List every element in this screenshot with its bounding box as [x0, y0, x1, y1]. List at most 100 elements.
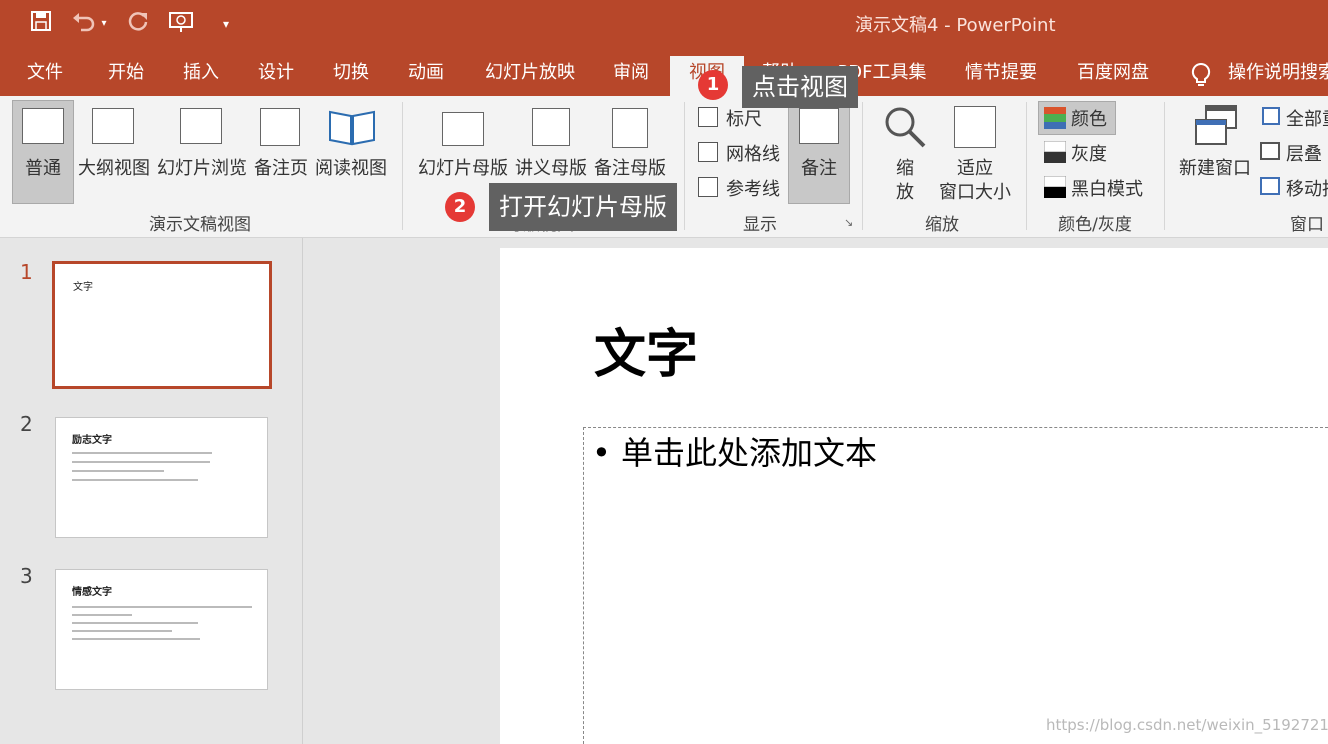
slide-title[interactable]: 文字	[594, 312, 698, 387]
tab-storyboard[interactable]: 情节提要	[958, 56, 1044, 96]
slide-thumbnail-3[interactable]: 情感文字	[55, 569, 268, 690]
slide-number: 1	[20, 260, 33, 284]
cascade-button[interactable]: 层叠	[1286, 140, 1322, 166]
notes-page-icon	[260, 108, 300, 146]
thumbnail-text-line	[72, 606, 252, 608]
move-split-icon	[1260, 177, 1280, 195]
normal-view-label: 普通	[25, 158, 61, 179]
thumbnail-text-line	[72, 479, 198, 481]
new-window-icon	[1194, 104, 1238, 148]
callout-tip-click-view: 点击视图	[742, 66, 858, 108]
tab-insert[interactable]: 插入	[170, 56, 232, 96]
group-separator	[862, 102, 863, 230]
thumbnail-title: 励志文字	[72, 435, 112, 446]
tell-me-search[interactable]: 操作说明搜索	[1228, 56, 1328, 96]
callout-tip-open-slide-master: 打开幻灯片母版	[489, 183, 677, 231]
guides-checkbox[interactable]	[698, 177, 718, 197]
ruler-label: 标尺	[726, 109, 762, 130]
grayscale-icon	[1043, 140, 1067, 163]
slide-sorter-icon	[180, 108, 222, 144]
fit-to-window-icon	[954, 106, 996, 148]
notes-page-button[interactable]: 备注页	[252, 154, 310, 180]
slideshow-start-icon[interactable]	[167, 10, 195, 38]
callout-badge-1: 1	[698, 70, 728, 100]
body-placeholder-text: • 单击此处添加文本	[592, 434, 878, 472]
group-separator	[1164, 102, 1165, 230]
zoom-button-line1[interactable]: 缩	[885, 154, 925, 180]
tab-design[interactable]: 设计	[245, 56, 307, 96]
redo-icon[interactable]	[124, 10, 152, 38]
thumbnail-text-line	[72, 614, 132, 616]
zoom-group-label: 缩放	[925, 215, 959, 235]
notes-master-button[interactable]: 备注母版	[592, 154, 668, 180]
presentation-views-group-label: 演示文稿视图	[149, 215, 251, 235]
slide-thumbnail-pane: 1 文字 2 励志文字 3 情感文字	[0, 238, 303, 744]
outline-view-button[interactable]: 大纲视图	[76, 154, 152, 180]
slide-master-button[interactable]: 幻灯片母版	[416, 154, 510, 180]
gridlines-label: 网格线	[726, 144, 780, 165]
zoom-icon	[882, 104, 928, 150]
thumbnail-text-line	[72, 452, 212, 454]
customize-qat-icon[interactable]: ▾	[212, 10, 240, 38]
thumbnail-text-line	[72, 622, 198, 624]
handout-master-icon	[532, 108, 570, 146]
fit-to-window-line2[interactable]: 窗口大小	[935, 178, 1015, 204]
tab-animations[interactable]: 动画	[395, 56, 457, 96]
arrange-all-button[interactable]: 全部重	[1286, 105, 1328, 131]
ribbon-tabs: 文件 开始 插入 设计 切换 动画 幻灯片放映 审阅 视图 帮助 PDF工具集 …	[0, 48, 1328, 96]
slide-master-icon	[442, 112, 484, 146]
body-placeholder[interactable]	[583, 427, 1328, 744]
group-separator	[402, 102, 403, 230]
watermark: https://blog.csdn.net/weixin_51927215	[1046, 716, 1328, 734]
notes-icon	[799, 108, 839, 144]
tab-baidu-netdisk[interactable]: 百度网盘	[1068, 56, 1158, 96]
reading-view-button[interactable]: 阅读视图	[312, 154, 390, 180]
slide-number: 2	[20, 412, 33, 436]
grayscale-button[interactable]: 灰度	[1071, 140, 1107, 166]
color-swatch-icon	[1044, 107, 1066, 129]
show-group-label: 显示	[743, 215, 777, 235]
color-group-label: 颜色/灰度	[1058, 215, 1132, 235]
group-separator	[684, 102, 685, 230]
zoom-button-line2[interactable]: 放	[885, 178, 925, 204]
fit-to-window-line1[interactable]: 适应	[935, 154, 1015, 180]
notes-master-icon	[612, 108, 648, 148]
tab-home[interactable]: 开始	[95, 56, 157, 96]
dialog-launcher-icon[interactable]: ↘	[844, 216, 853, 229]
black-white-icon	[1043, 175, 1067, 198]
reading-view-icon	[328, 108, 376, 146]
ruler-checkbox[interactable]	[698, 107, 718, 127]
slide-sorter-button[interactable]: 幻灯片浏览	[155, 154, 249, 180]
normal-view-icon	[22, 108, 64, 144]
slide-thumbnail-1[interactable]: 文字	[52, 261, 272, 389]
callout-badge-2: 2	[445, 192, 475, 222]
color-label: 颜色	[1071, 109, 1107, 130]
thumbnail-text-line	[72, 630, 172, 632]
black-white-button[interactable]: 黑白模式	[1071, 175, 1143, 201]
thumbnail-text-line	[72, 638, 200, 640]
slide-thumbnail-2[interactable]: 励志文字	[55, 417, 268, 538]
window-group-label: 窗口	[1290, 215, 1324, 235]
title-bar: ▾ ▾ 演示文稿4 - PowerPoint	[0, 0, 1328, 48]
cascade-icon	[1260, 142, 1280, 160]
thumbnail-title: 文字	[73, 282, 93, 293]
gridlines-checkbox[interactable]	[698, 142, 718, 162]
group-separator	[1026, 102, 1027, 230]
tab-file[interactable]: 文件	[14, 56, 76, 96]
undo-dropdown-icon[interactable]: ▾	[97, 10, 111, 38]
window-title: 演示文稿4 - PowerPoint	[855, 15, 1056, 36]
tab-review[interactable]: 审阅	[600, 56, 662, 96]
notes-label: 备注	[801, 158, 837, 179]
tab-slideshow[interactable]: 幻灯片放映	[478, 56, 582, 96]
save-icon[interactable]	[27, 10, 55, 38]
arrange-all-icon	[1262, 107, 1280, 125]
handout-master-button[interactable]: 讲义母版	[512, 154, 590, 180]
undo-icon[interactable]	[70, 10, 98, 38]
slide-number: 3	[20, 564, 33, 588]
lightbulb-icon[interactable]	[1188, 56, 1214, 96]
tab-transitions[interactable]: 切换	[320, 56, 382, 96]
outline-view-icon	[92, 108, 134, 144]
move-split-button[interactable]: 移动拆	[1286, 175, 1328, 201]
thumbnail-text-line	[72, 470, 164, 472]
new-window-button[interactable]: 新建窗口	[1174, 154, 1256, 180]
